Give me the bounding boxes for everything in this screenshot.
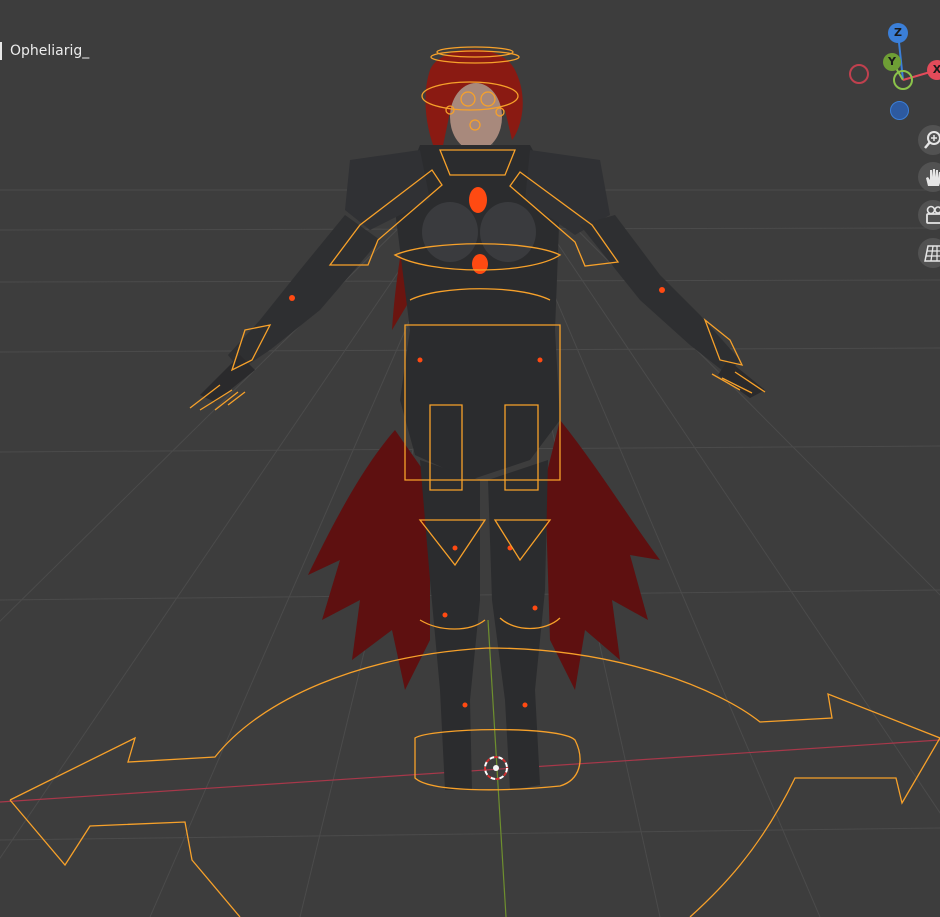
scene-canvas[interactable] [0, 0, 940, 917]
root-control [9, 647, 940, 917]
gizmo-neg-x-axis[interactable] [849, 64, 869, 84]
gizmo-neg-z-axis[interactable] [890, 101, 909, 120]
pan-button[interactable] [918, 162, 940, 192]
character-model [200, 49, 765, 790]
3d-viewport[interactable]: Opheliarig_ Z Y X [0, 0, 940, 917]
chest-gem [469, 187, 487, 213]
gizmo-y-axis[interactable]: Y [883, 53, 901, 71]
grid-ortho-icon [924, 245, 940, 262]
leg-right [488, 460, 548, 790]
belly-gem [472, 254, 488, 274]
zoom-button[interactable] [918, 125, 940, 155]
camera-icon [926, 205, 940, 224]
hand-pan-icon [926, 169, 940, 186]
camera-view-button[interactable] [918, 200, 940, 230]
gizmo-z-axis[interactable]: Z [888, 23, 908, 43]
zoom-icon [924, 131, 940, 149]
arm-left [228, 215, 380, 370]
cape-left [308, 430, 430, 690]
gizmo-neg-y-axis[interactable] [893, 70, 913, 90]
gizmo-x-axis[interactable]: X [927, 60, 940, 80]
navigation-gizmo[interactable]: Z Y X [840, 20, 940, 130]
ortho-toggle-button[interactable] [918, 238, 940, 268]
cape-right [545, 420, 660, 690]
object-name-label: Opheliarig_ [0, 42, 89, 60]
face [450, 83, 502, 151]
